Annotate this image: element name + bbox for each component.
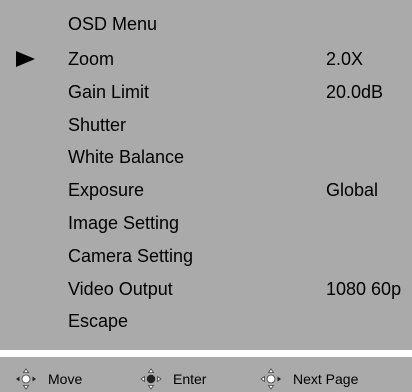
menu-list: Zoom 2.0X Gain Limit 20.0dB Shutter Whit… bbox=[0, 48, 412, 343]
menu-item-label: Shutter bbox=[68, 114, 127, 135]
menu-title: OSD Menu bbox=[68, 14, 158, 34]
osd-screen: OSD Menu Zoom 2.0X Gain Limit 20.0dB Shu… bbox=[0, 0, 412, 392]
menu-item-value: 1080 60p bbox=[326, 278, 402, 299]
hint-enter-label: Enter bbox=[173, 371, 207, 387]
hint-next-page-label: Next Page bbox=[293, 371, 359, 387]
menu-item-white-balance[interactable]: White Balance bbox=[0, 146, 412, 179]
menu-item-label: Video Output bbox=[68, 278, 173, 299]
menu-item-label: Gain Limit bbox=[68, 81, 150, 102]
hint-next-page: Next Page bbox=[259, 367, 358, 391]
osd-menu-panel: OSD Menu Zoom 2.0X Gain Limit 20.0dB Shu… bbox=[0, 0, 412, 350]
menu-item-label: Camera Setting bbox=[68, 245, 194, 266]
menu-item-zoom[interactable]: Zoom 2.0X bbox=[0, 48, 412, 81]
key-hint-bar: Move Enter Next Page bbox=[0, 357, 412, 392]
menu-item-label: Exposure bbox=[68, 180, 145, 201]
dpad-left-right-icon bbox=[16, 368, 36, 390]
menu-item-label: White Balance bbox=[68, 147, 185, 168]
menu-item-value: 20.0dB bbox=[326, 81, 384, 102]
hint-move-label: Move bbox=[48, 371, 83, 387]
selection-arrow-icon bbox=[16, 51, 35, 67]
hint-enter: Enter bbox=[139, 367, 206, 391]
menu-item-camera-setting[interactable]: Camera Setting bbox=[0, 245, 412, 278]
menu-item-label: Zoom bbox=[68, 49, 115, 69]
menu-item-label: Escape bbox=[68, 311, 129, 332]
dpad-right-icon bbox=[260, 368, 281, 390]
menu-item-escape[interactable]: Escape bbox=[0, 310, 412, 343]
menu-item-video-output[interactable]: Video Output 1080 60p bbox=[0, 278, 412, 311]
menu-item-gain-limit[interactable]: Gain Limit 20.0dB bbox=[0, 81, 412, 114]
hint-move: Move bbox=[14, 367, 82, 391]
menu-item-image-setting[interactable]: Image Setting bbox=[0, 212, 412, 245]
menu-item-shutter[interactable]: Shutter bbox=[0, 114, 412, 147]
menu-item-label: Image Setting bbox=[68, 212, 180, 233]
menu-item-exposure[interactable]: Exposure Global bbox=[0, 179, 412, 212]
menu-item-value: 2.0X bbox=[326, 49, 364, 69]
menu-item-value: Global bbox=[326, 180, 379, 201]
dpad-center-icon bbox=[140, 368, 162, 390]
